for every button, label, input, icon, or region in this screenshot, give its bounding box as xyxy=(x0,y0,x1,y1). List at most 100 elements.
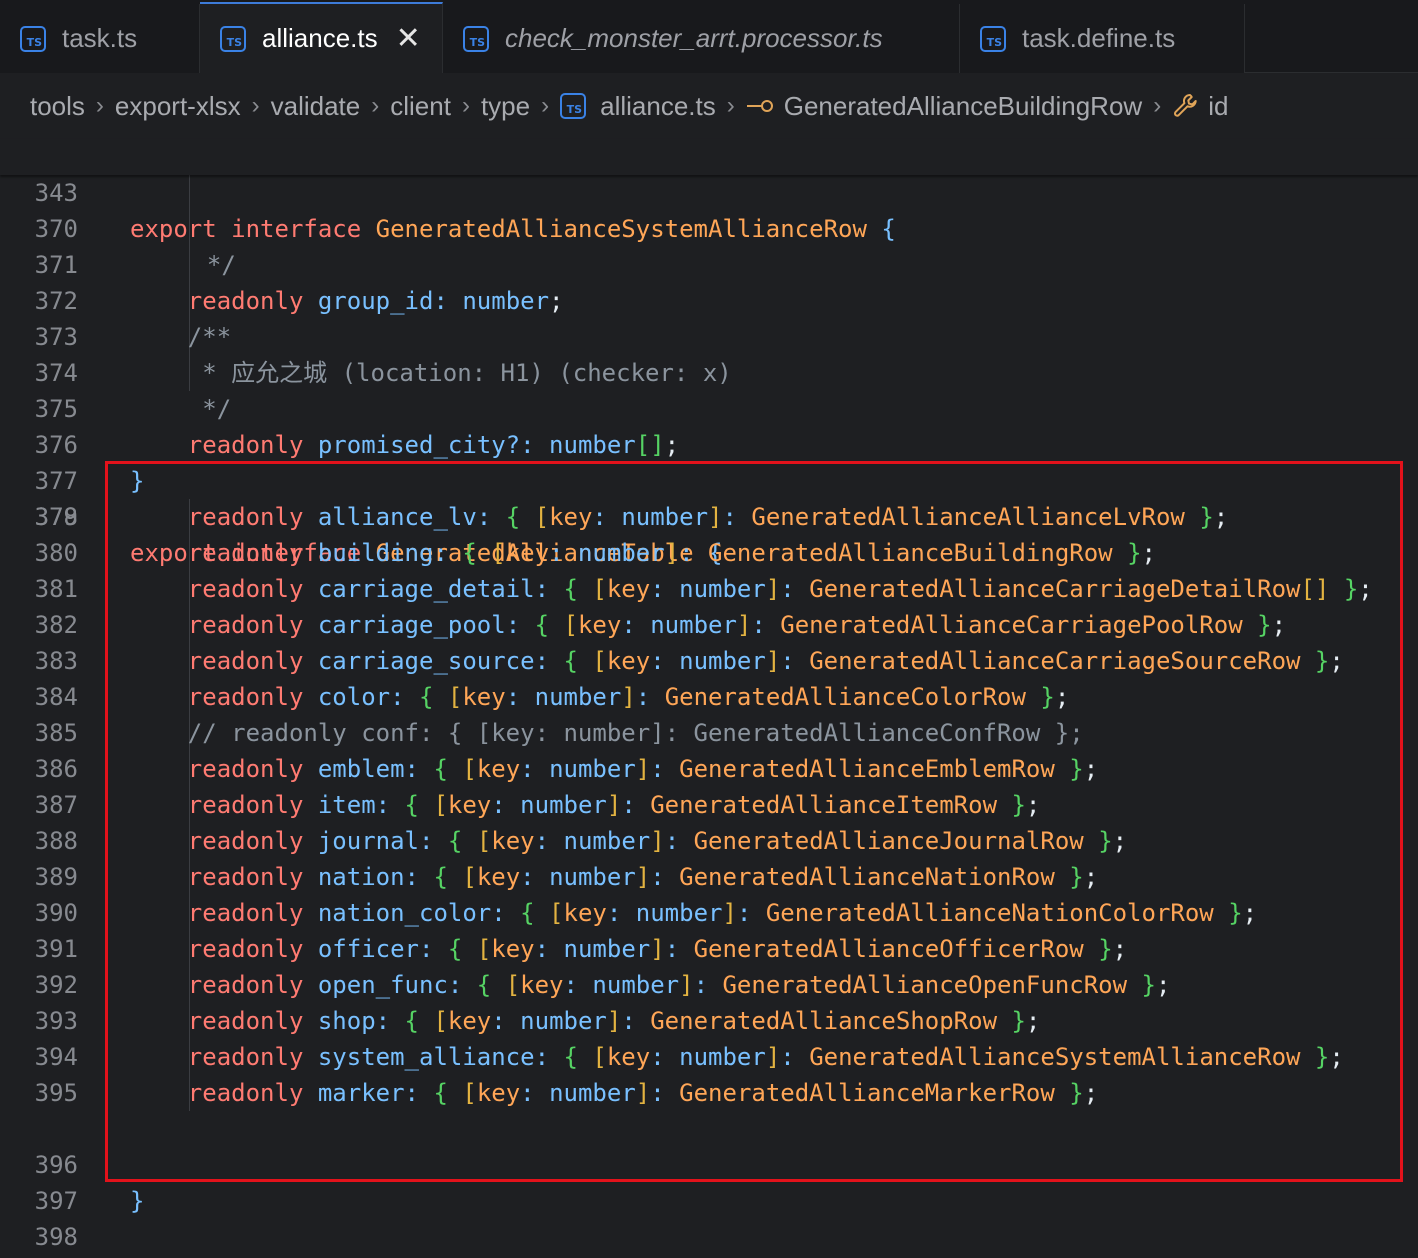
code-text: readonly shop: { [key: number]: Generate… xyxy=(187,1007,1041,1035)
code-line[interactable]: 370 */ xyxy=(0,175,1418,279)
line-number: 343 xyxy=(34,179,78,207)
line-number: 383 xyxy=(34,647,78,675)
line-number: 388 xyxy=(34,827,78,855)
code-line[interactable]: 376 } xyxy=(0,391,1418,495)
code-line[interactable]: 384 readonly color: { [key: number]: Gen… xyxy=(0,679,1418,715)
code-line[interactable]: 390 readonly nation_color: { [key: numbe… xyxy=(0,895,1418,931)
line-number: 398 xyxy=(34,1223,78,1251)
sticky-scroll-line[interactable]: 343 export interface GeneratedAllianceSy… xyxy=(0,139,1418,243)
code-text: readonly open_func: { [key: number]: Gen… xyxy=(187,971,1171,999)
code-text: readonly carriage_detail: { [key: number… xyxy=(187,575,1373,603)
code-text: readonly nation: { [key: number]: Genera… xyxy=(187,863,1099,891)
code-editor[interactable]: 343 export interface GeneratedAllianceSy… xyxy=(0,139,1418,1258)
code-text: readonly system_alliance: { [key: number… xyxy=(187,1043,1344,1071)
tab-alliance-ts[interactable]: TS alliance.ts ✕ xyxy=(200,2,443,73)
code-line[interactable]: 373 * 应允之城 (location: H1) (checker: x) xyxy=(0,283,1418,387)
breadcrumb-item-generated-alliance-building-row[interactable]: GeneratedAllianceBuildingRow xyxy=(746,91,1142,122)
code-line[interactable]: 395 readonly marker: { [key: number]: Ge… xyxy=(0,1075,1418,1111)
code-text: readonly officer: { [key: number]: Gener… xyxy=(187,935,1128,963)
breadcrumb-item-tools[interactable]: tools xyxy=(30,91,85,122)
chevron-right-icon: › xyxy=(251,92,260,119)
code-line[interactable]: 382 readonly carriage_pool: { [key: numb… xyxy=(0,607,1418,643)
tab-task-define-ts[interactable]: TS task.define.ts xyxy=(960,4,1245,73)
line-number: 392 xyxy=(34,971,78,999)
tab-task-ts[interactable]: TS task.ts xyxy=(0,4,200,73)
code-line[interactable]: 378 export interface GeneratedAllianceTa… xyxy=(0,463,1418,567)
chevron-right-icon: › xyxy=(371,92,380,119)
code-line[interactable]: 397 xyxy=(0,1147,1418,1215)
chevron-right-icon: › xyxy=(95,92,104,119)
close-icon[interactable]: ✕ xyxy=(396,23,421,54)
line-number: 387 xyxy=(34,791,78,819)
breadcrumb-label: alliance.ts xyxy=(600,90,716,121)
tab-label: check_monster_arrt.processor.ts xyxy=(505,23,883,53)
line-number: 381 xyxy=(34,575,78,603)
code-line[interactable]: 389 readonly nation: { [key: number]: Ge… xyxy=(0,859,1418,895)
breadcrumb-item-type[interactable]: type xyxy=(481,91,530,122)
breadcrumb-label: id xyxy=(1208,90,1229,121)
line-number: 391 xyxy=(34,935,78,963)
code-line[interactable]: 393 readonly shop: { [key: number]: Gene… xyxy=(0,1003,1418,1039)
code-line[interactable]: 381 readonly carriage_detail: { [key: nu… xyxy=(0,571,1418,607)
code-line[interactable]: 375 readonly promised_city?: number[]; xyxy=(0,355,1418,459)
code-line[interactable]: 380 readonly building: { [key: number]: … xyxy=(0,535,1418,571)
line-number: 393 xyxy=(34,1007,78,1035)
code-line[interactable]: 372 /** xyxy=(0,247,1418,351)
typescript-file-icon: TS xyxy=(20,25,46,52)
code-text: readonly marker: { [key: number]: Genera… xyxy=(187,1079,1099,1107)
code-line[interactable]: 387 readonly item: { [key: number]: Gene… xyxy=(0,787,1418,823)
code-text: export interface GeneratedAllianceSystem… xyxy=(130,215,896,243)
breadcrumb-item-validate[interactable]: validate xyxy=(271,91,361,122)
breadcrumb-item-export-xlsx[interactable]: export-xlsx xyxy=(115,91,241,122)
breadcrumb-item-alliance-ts[interactable]: TS alliance.ts xyxy=(560,91,716,122)
breadcrumb-item-id[interactable]: id xyxy=(1172,91,1228,122)
chevron-right-icon: › xyxy=(726,92,735,119)
tab-bar: TS task.ts TS alliance.ts ✕ TS check_mon… xyxy=(0,0,1418,73)
typescript-file-icon: TS xyxy=(220,25,246,52)
property-wrench-icon xyxy=(1172,92,1200,120)
code-line[interactable]: 388 readonly journal: { [key: number]: G… xyxy=(0,823,1418,859)
code-line[interactable]: 377 xyxy=(0,427,1418,495)
tab-check-monster-arrt-processor-ts[interactable]: TS check_monster_arrt.processor.ts xyxy=(443,4,960,73)
line-number: 385 xyxy=(34,719,78,747)
chevron-right-icon: › xyxy=(461,92,470,119)
typescript-file-icon: TS xyxy=(463,25,489,52)
code-text: readonly building: { [key: number]: Gene… xyxy=(187,539,1156,567)
code-line[interactable]: 396 } xyxy=(0,1111,1418,1215)
code-line[interactable]: 383 readonly carriage_source: { [key: nu… xyxy=(0,643,1418,679)
code-line[interactable]: 386 readonly emblem: { [key: number]: Ge… xyxy=(0,751,1418,787)
code-line[interactable]: 385 // readonly conf: { [key: number]: G… xyxy=(0,715,1418,751)
code-text: readonly item: { [key: number]: Generate… xyxy=(187,791,1041,819)
typescript-file-icon: TS xyxy=(560,93,587,119)
typescript-file-icon: TS xyxy=(980,25,1006,52)
code-text: // readonly conf: { [key: number]: Gener… xyxy=(187,719,1084,747)
line-number: 386 xyxy=(34,755,78,783)
breadcrumb-label: GeneratedAllianceBuildingRow xyxy=(783,90,1143,121)
line-number: 379 xyxy=(34,503,78,531)
code-line[interactable]: 392 readonly open_func: { [key: number]:… xyxy=(0,967,1418,1003)
breadcrumb: tools › export-xlsx › validate › client … xyxy=(0,73,1418,139)
line-number: 395 xyxy=(34,1079,78,1107)
code-text: readonly alliance_lv: { [key: number]: G… xyxy=(187,503,1229,531)
code-text: readonly nation_color: { [key: number]: … xyxy=(187,899,1258,927)
line-number: 382 xyxy=(34,611,78,639)
tab-label: task.define.ts xyxy=(1022,23,1176,53)
line-number: 390 xyxy=(34,899,78,927)
line-number: 394 xyxy=(34,1043,78,1071)
code-line[interactable]: 374 */ xyxy=(0,319,1418,423)
line-number: 380 xyxy=(34,539,78,567)
code-line[interactable]: 398 xyxy=(0,1183,1418,1251)
code-line[interactable]: 391 readonly officer: { [key: number]: G… xyxy=(0,931,1418,967)
code-line[interactable]: 394 readonly system_alliance: { [key: nu… xyxy=(0,1039,1418,1075)
code-text: readonly journal: { [key: number]: Gener… xyxy=(187,827,1128,855)
line-number: 389 xyxy=(34,863,78,891)
code-text: readonly emblem: { [key: number]: Genera… xyxy=(187,755,1099,783)
tab-label: task.ts xyxy=(62,23,138,53)
code-line[interactable]: 379 readonly alliance_lv: { [key: number… xyxy=(0,499,1418,535)
code-text: readonly carriage_source: { [key: number… xyxy=(187,647,1344,675)
breadcrumb-item-client[interactable]: client xyxy=(390,91,451,122)
interface-symbol-icon xyxy=(746,99,774,113)
tab-label: alliance.ts xyxy=(262,23,378,53)
code-text: readonly color: { [key: number]: Generat… xyxy=(187,683,1070,711)
code-text: readonly carriage_pool: { [key: number]:… xyxy=(187,611,1287,639)
